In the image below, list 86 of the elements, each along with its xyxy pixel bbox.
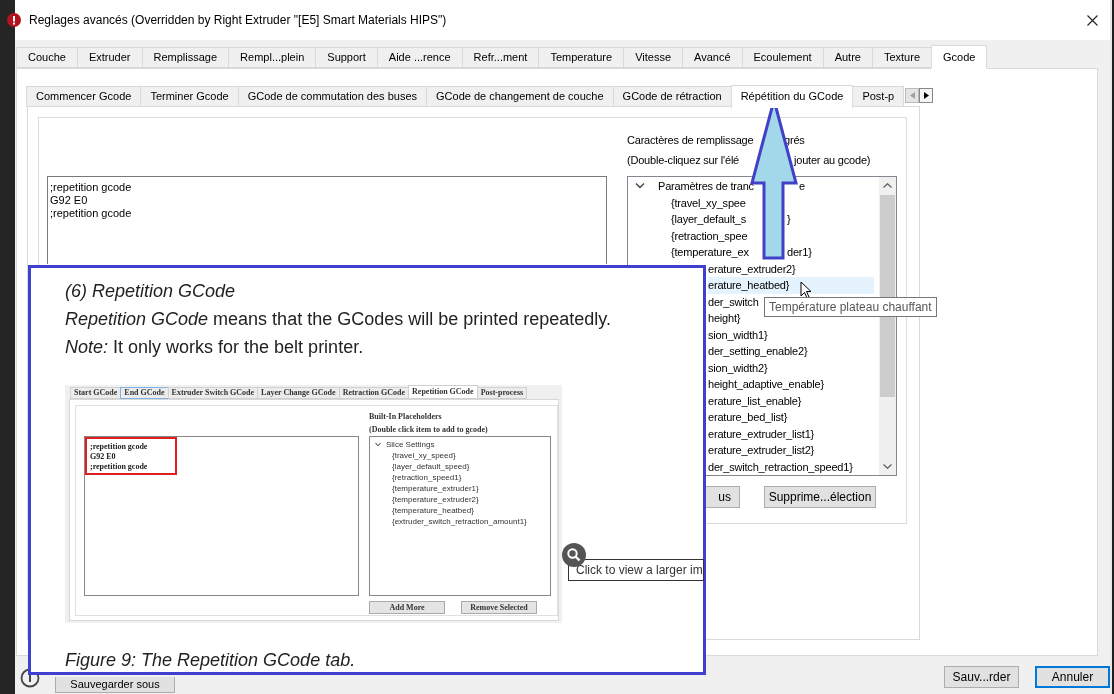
tooltip: Température plateau chauffant: [764, 297, 937, 317]
tab[interactable]: GCode de changement de couche: [426, 86, 614, 107]
figure-heading: (6) Repetition GCode: [65, 279, 237, 303]
figure-text: Note: It only works for the belt printer.: [65, 335, 365, 359]
tab[interactable]: Post-process: [476, 387, 528, 399]
list-item[interactable]: erature_extruder_list1}: [708, 425, 874, 442]
mini-button[interactable]: Add More: [369, 601, 445, 614]
remove-selection-button[interactable]: Supprime...élection: [764, 486, 876, 508]
list-item[interactable]: sion_width1}: [708, 326, 874, 343]
list-item[interactable]: {temperature_heatbed}: [392, 504, 474, 517]
tree-node-fragment: e: [799, 179, 806, 194]
tab[interactable]: Start GCode: [70, 387, 122, 399]
tab[interactable]: Aide ...rence: [376, 47, 463, 68]
list-item[interactable]: {layer_default_s: [671, 211, 747, 228]
mouse-cursor-icon: [800, 281, 812, 299]
list-item[interactable]: {temperature_ex: [671, 244, 749, 261]
gcode-editor[interactable]: ;repetition gcode G92 E0 ;repetition gcode: [47, 176, 607, 264]
tab[interactable]: Support: [315, 47, 378, 68]
list-item[interactable]: erature_extruder2}: [708, 260, 874, 277]
tab[interactable]: GCode de rétraction: [612, 86, 732, 107]
list-item[interactable]: {retraction_spee: [671, 227, 748, 244]
list-item[interactable]: height_adaptive_enable}: [708, 376, 874, 393]
list-item[interactable]: {temperature_extruder1}: [392, 482, 479, 495]
expand-chevron-icon[interactable]: [375, 442, 381, 447]
list-item[interactable]: sion_width2}: [708, 359, 874, 376]
caption-fragment: jouter au gcode): [794, 152, 871, 168]
caption-text: (Double-cliquez sur l'élé: [627, 152, 740, 168]
tab[interactable]: Post-p: [852, 86, 905, 107]
tree-node[interactable]: Slice Settings: [386, 438, 435, 451]
list-item[interactable]: {travel_xy_spee: [671, 194, 746, 211]
list-item[interactable]: erature_bed_list}: [708, 409, 874, 426]
list-item[interactable]: erature_extruder_list2}: [708, 442, 874, 459]
tab[interactable]: Temperature: [538, 47, 625, 68]
tab[interactable]: Ecoulement: [741, 47, 824, 68]
tab[interactable]: Autre: [822, 47, 873, 68]
placeholder-title: Built-In Placeholders: [369, 411, 443, 422]
tab[interactable]: Rempl...plein: [228, 47, 317, 68]
tab[interactable]: Texture: [871, 47, 932, 68]
tab[interactable]: Couche: [16, 47, 78, 68]
tab[interactable]: GCode de commutation des buses: [237, 86, 427, 107]
dialog-button[interactable]: Sauv...rder: [944, 666, 1019, 688]
placeholder-hint: (Double click item to add to gcode): [369, 424, 489, 435]
list-item[interactable]: {temperature_extruder2}: [392, 493, 479, 506]
mini-button[interactable]: Remove Selected: [461, 601, 537, 614]
tab[interactable]: Remplissage: [141, 47, 230, 68]
tab[interactable]: Refr...ment: [461, 47, 540, 68]
tab[interactable]: Commencer Gcode: [26, 86, 142, 107]
tab[interactable]: End GCode: [120, 387, 169, 399]
list-item[interactable]: {layer_default_speed}: [392, 460, 470, 473]
expand-chevron-icon[interactable]: [635, 181, 645, 191]
list-item[interactable]: erature_heatbed}: [708, 277, 874, 294]
close-icon[interactable]: [1087, 14, 1098, 26]
add-button[interactable]: us: [706, 486, 740, 508]
list-item[interactable]: {extruder_switch_retraction_amount1}: [392, 515, 527, 528]
scroll-up-icon[interactable]: [883, 183, 892, 188]
tab[interactable]: Répétition du GCode: [730, 85, 854, 108]
list-item[interactable]: der_switch_retraction_speed1}: [708, 458, 874, 475]
list-item-fragment: }: [787, 212, 791, 227]
highlight-frame: ;repetition gcode G92 E0 ;repetition gcode: [85, 437, 177, 475]
figure-caption: Figure 9: The Repetition GCode tab.: [65, 648, 357, 672]
tab[interactable]: Layer Change GCode: [257, 387, 340, 399]
list-item[interactable]: {retraction_speed1}: [392, 471, 462, 484]
tab[interactable]: Retraction GCode: [338, 387, 410, 399]
right-arrow-icon: [923, 92, 929, 99]
tab[interactable]: Extruder: [76, 47, 143, 68]
zoom-hint[interactable]: Click to view a larger im: [568, 559, 704, 581]
scroll-down-icon[interactable]: [883, 464, 892, 469]
dialog-button[interactable]: Annuler: [1035, 666, 1110, 688]
list-item[interactable]: erature_list_enable}: [708, 392, 874, 409]
list-item[interactable]: {travel_xy_speed}: [392, 449, 456, 462]
tab[interactable]: Avancé: [682, 47, 743, 68]
tab[interactable]: Terminer Gcode: [140, 86, 239, 107]
magnifier-icon[interactable]: [562, 543, 586, 567]
caption-text: Caractères de remplissage: [627, 132, 754, 148]
tab[interactable]: Gcode: [931, 45, 988, 69]
figure-text: Repetition GCode means that the GCodes will be printed repeatedly.: [65, 307, 612, 331]
left-arrow-icon: [909, 92, 915, 99]
tree-node[interactable]: Paramètres de tranc: [658, 178, 754, 195]
list-item[interactable]: der_setting_enable2}: [708, 343, 874, 360]
list-item-fragment: der1}: [787, 245, 812, 260]
tab[interactable]: Repetition GCode: [408, 385, 478, 399]
window-title: Reglages avancés (Overridden by Right Extruder "[E5] Smart Materials HIPS"): [29, 12, 447, 29]
save-as-button[interactable]: Sauvegarder sous: [55, 677, 175, 693]
tab[interactable]: Extruder Switch GCode: [167, 387, 259, 399]
tab[interactable]: Vitesse: [623, 47, 684, 68]
scroll-right-button[interactable]: [919, 88, 934, 103]
